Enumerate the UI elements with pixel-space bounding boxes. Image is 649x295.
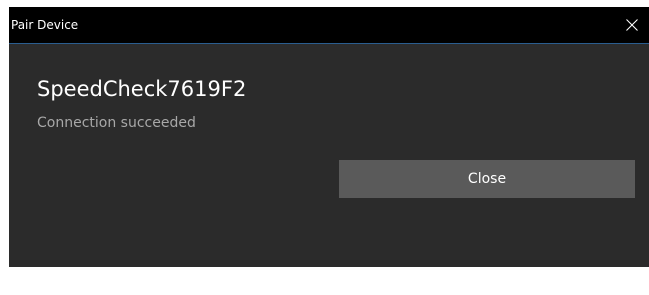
close-icon[interactable] bbox=[615, 7, 649, 43]
title-bar: Pair Device bbox=[9, 7, 649, 44]
dialog-title: Pair Device bbox=[11, 18, 79, 32]
pair-device-dialog: Pair Device SpeedCheck7619F2 Connection … bbox=[9, 7, 649, 267]
close-icon-glyph bbox=[626, 19, 638, 31]
close-button-label: Close bbox=[467, 171, 507, 187]
close-button[interactable]: Close bbox=[339, 160, 635, 198]
device-name: SpeedCheck7619F2 bbox=[37, 77, 247, 101]
connection-status: Connection succeeded bbox=[37, 115, 196, 131]
